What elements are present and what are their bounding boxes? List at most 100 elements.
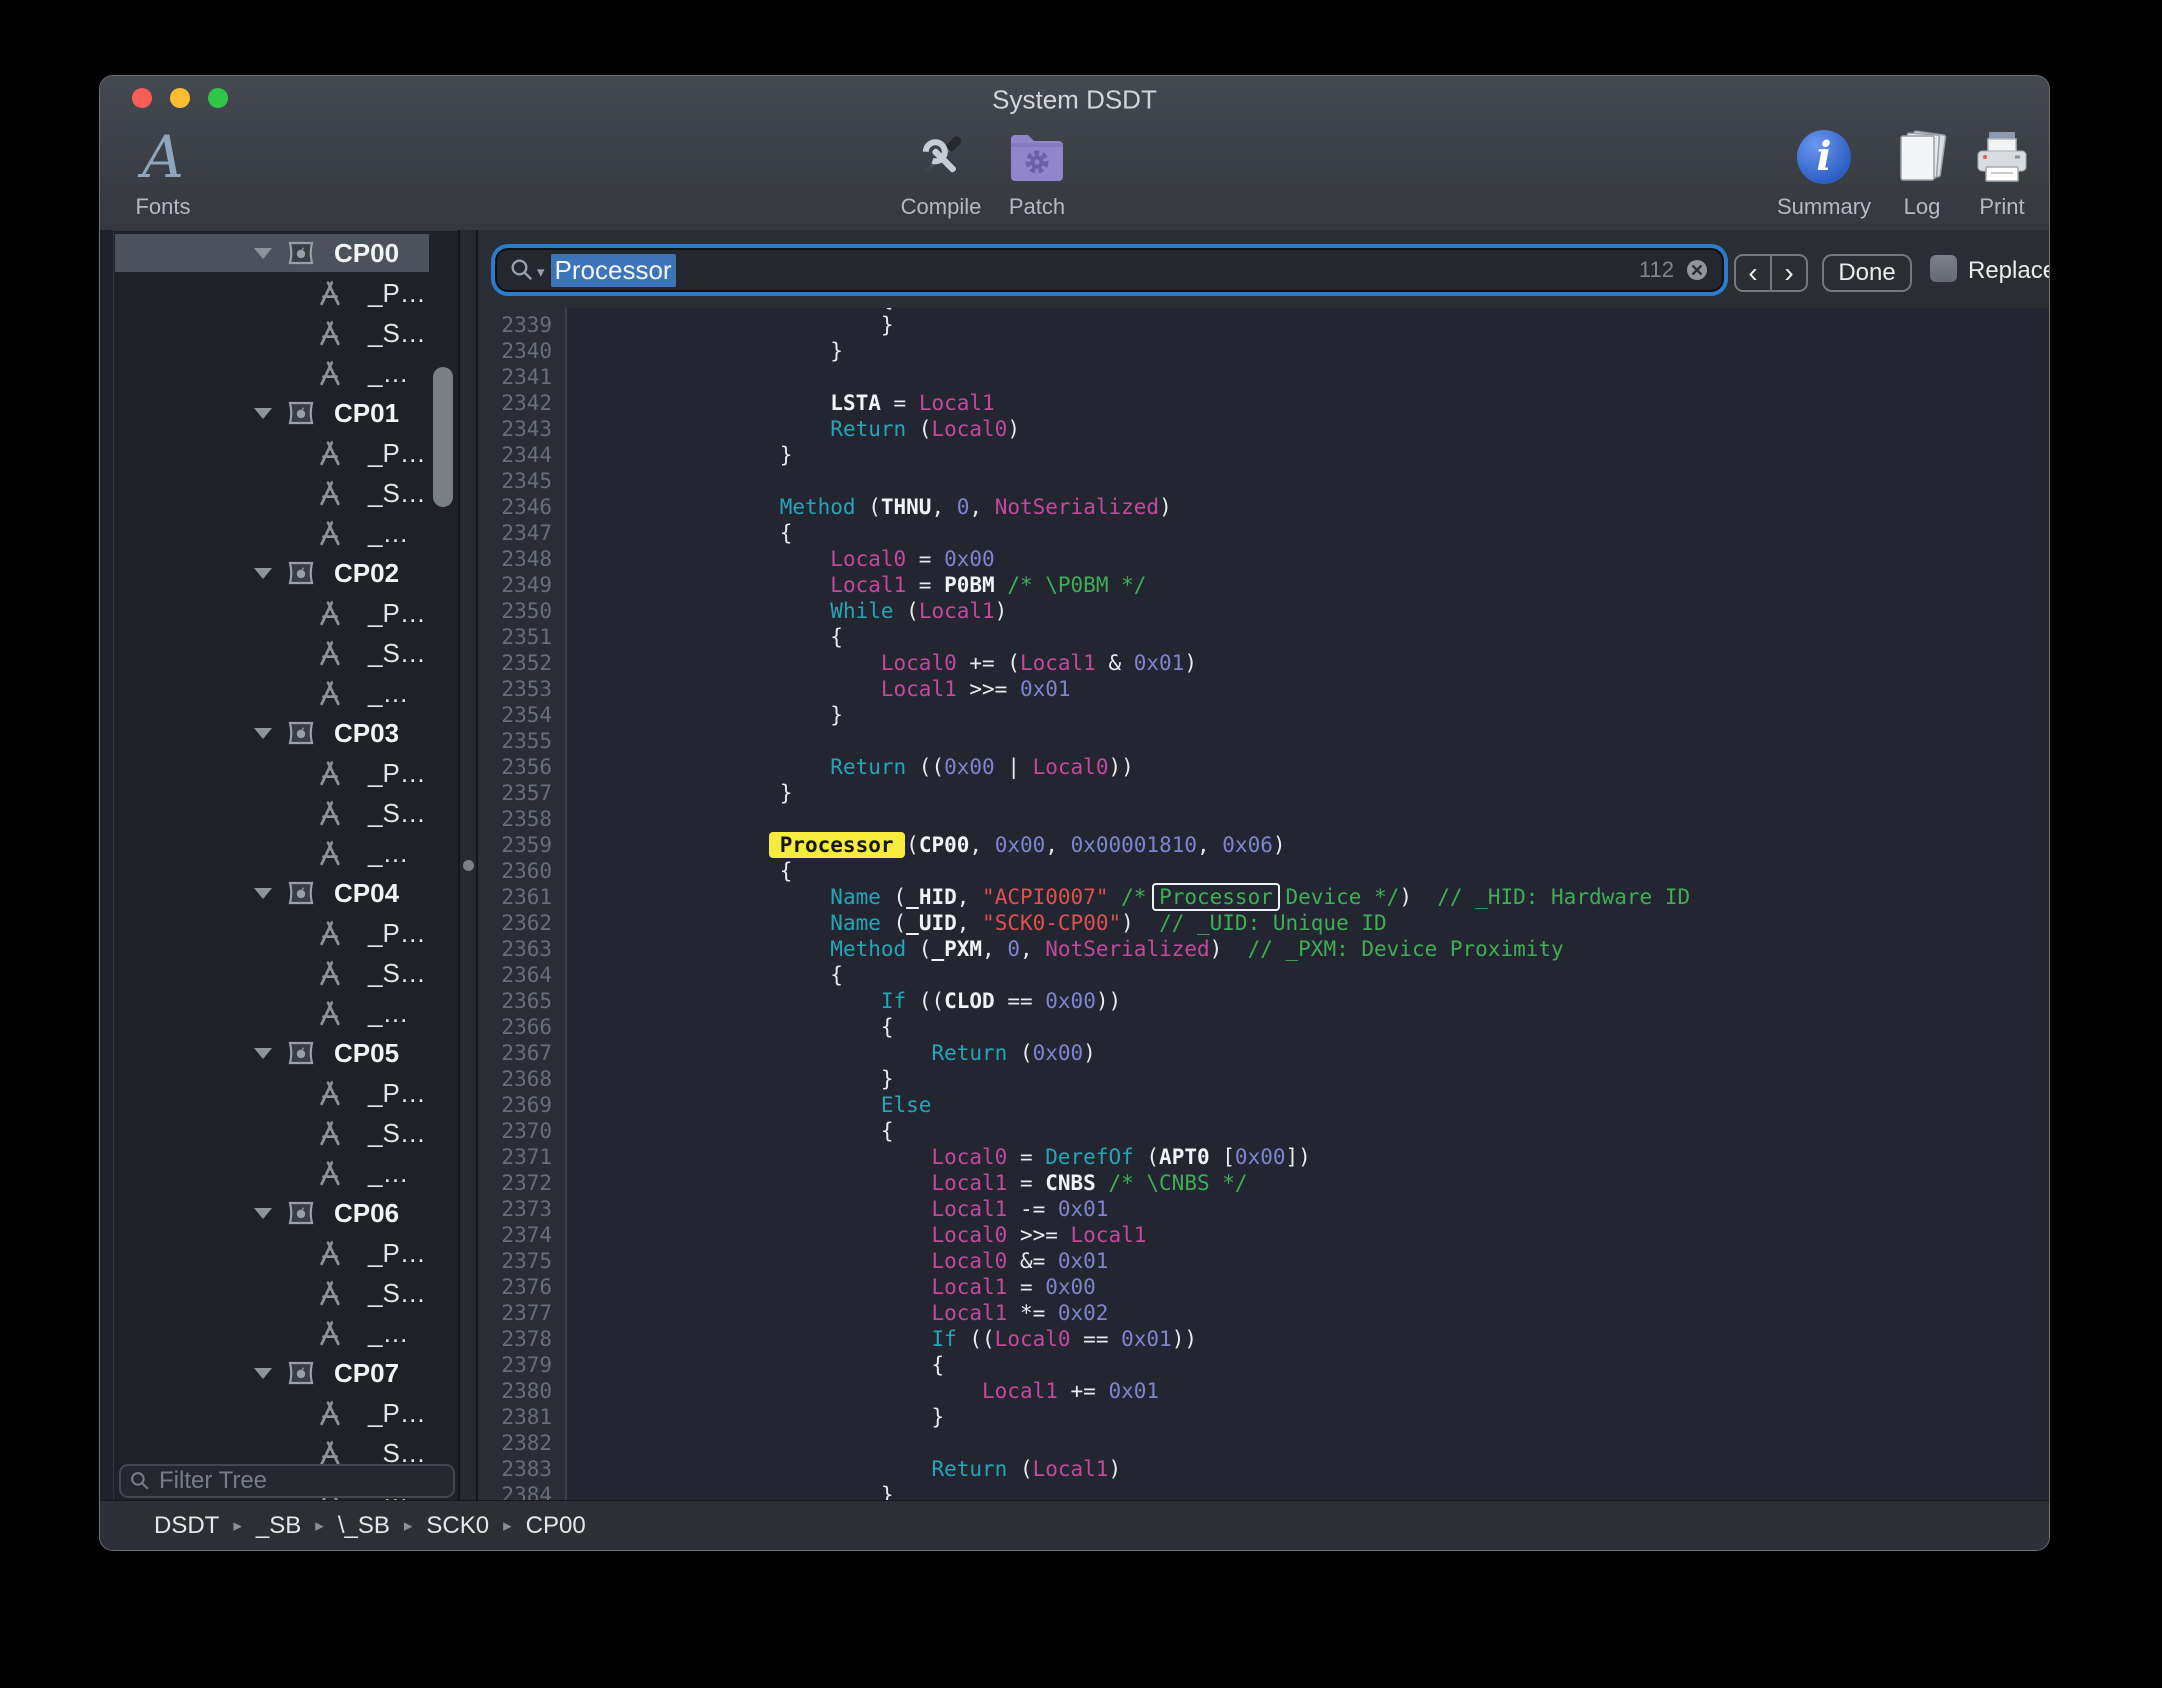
code-line[interactable]: 2340 } [478, 338, 2049, 364]
code-line[interactable]: 2363 Method (_PXM, 0, NotSerialized) // … [478, 936, 2049, 962]
code-line[interactable]: 2375 Local0 &= 0x01 [478, 1248, 2049, 1274]
code-line[interactable]: 2376 Local1 = 0x00 [478, 1274, 2049, 1300]
tree-item-cp02[interactable]: CP02 [115, 554, 429, 592]
search-input[interactable]: ▾ Processor 112 [497, 250, 1722, 290]
code-line[interactable]: 2372 Local1 = CNBS /* \CNBS */ [478, 1170, 2049, 1196]
tree-item-leaf[interactable]: _… [115, 834, 429, 872]
breadcrumb-item-sb[interactable]: \_SB [338, 1512, 390, 1540]
tree-item-leaf[interactable]: _… [115, 674, 429, 712]
code-line[interactable]: 2349 Local1 = P0BM /* \P0BM */ [478, 572, 2049, 598]
tree-item-leaf[interactable]: _S… [115, 314, 429, 352]
code-line[interactable]: 2365 If ((CLOD == 0x00)) [478, 988, 2049, 1014]
zoom-button[interactable] [208, 88, 228, 108]
breadcrumb-item-sck0[interactable]: SCK0 [426, 1512, 489, 1540]
tree-item-leaf[interactable]: _… [115, 1154, 429, 1192]
tree-item-leaf[interactable]: _S… [115, 634, 429, 672]
replace-checkbox[interactable] [1930, 255, 1957, 282]
disclosure-triangle-icon[interactable] [254, 1208, 272, 1219]
code-line[interactable]: 2367 Return (0x00) [478, 1040, 2049, 1066]
code-line[interactable]: 2347 { [478, 520, 2049, 546]
tree-item-leaf[interactable]: _P… [115, 1074, 429, 1112]
sidebar-scrollbar[interactable] [433, 367, 453, 507]
code-line[interactable]: 2380 Local1 += 0x01 [478, 1378, 2049, 1404]
disclosure-triangle-icon[interactable] [254, 248, 272, 259]
code-line[interactable]: 2342 LSTA = Local1 [478, 390, 2049, 416]
disclosure-triangle-icon[interactable] [254, 1048, 272, 1059]
tree-item-leaf[interactable]: _P… [115, 754, 429, 792]
code-line[interactable]: 2352 Local0 += (Local1 & 0x01) [478, 650, 2049, 676]
breadcrumb-item-dsdt[interactable]: DSDT [154, 1512, 219, 1540]
code-line[interactable]: 2345 [478, 468, 2049, 494]
code-line[interactable]: 2384 } [478, 1482, 2049, 1500]
breadcrumb-item-sb[interactable]: _SB [256, 1512, 301, 1540]
code-line[interactable]: 2348 Local0 = 0x00 [478, 546, 2049, 572]
tree-item-leaf[interactable]: _S… [115, 1274, 429, 1312]
code-line[interactable]: 2339 } [478, 312, 2049, 338]
done-button[interactable]: Done [1822, 254, 1912, 292]
code-line[interactable]: 2351 { [478, 624, 2049, 650]
sidebar-splitter[interactable] [458, 230, 478, 1500]
code-line[interactable]: 2361 Name (_HID, "ACPI0007" /* Processor… [478, 884, 2049, 910]
code-line[interactable]: 2343 Return (Local0) [478, 416, 2049, 442]
tree-item-cp05[interactable]: CP05 [115, 1034, 429, 1072]
code-line[interactable]: 2346 Method (THNU, 0, NotSerialized) [478, 494, 2049, 520]
close-button[interactable] [132, 88, 152, 108]
tree-item-leaf[interactable]: _P… [115, 1394, 429, 1432]
code-line[interactable]: 2344 } [478, 442, 2049, 468]
code-line[interactable]: 2362 Name (_UID, "SCK0-CP00") // _UID: U… [478, 910, 2049, 936]
disclosure-triangle-icon[interactable] [254, 1368, 272, 1379]
code-line[interactable]: 2368 } [478, 1066, 2049, 1092]
code-line[interactable]: 2382 [478, 1430, 2049, 1456]
code-line[interactable]: 2353 Local1 >>= 0x01 [478, 676, 2049, 702]
disclosure-triangle-icon[interactable] [254, 888, 272, 899]
patch-button[interactable]: Patch [1008, 126, 1066, 220]
fonts-button[interactable]: A Fonts [135, 126, 190, 220]
code-line[interactable]: 2370 { [478, 1118, 2049, 1144]
disclosure-triangle-icon[interactable] [254, 408, 272, 419]
disclosure-triangle-icon[interactable] [254, 728, 272, 739]
minimize-button[interactable] [170, 88, 190, 108]
code-line[interactable]: 2378 If ((Local0 == 0x01)) [478, 1326, 2049, 1352]
tree-item-leaf[interactable]: _P… [115, 914, 429, 952]
code-line[interactable]: 2377 Local1 *= 0x02 [478, 1300, 2049, 1326]
tree-item-leaf[interactable]: _S… [115, 954, 429, 992]
code-line[interactable]: 2371 Local0 = DerefOf (APT0 [0x00]) [478, 1144, 2049, 1170]
code-line[interactable]: 2360 { [478, 858, 2049, 884]
tree-item-leaf[interactable]: _P… [115, 594, 429, 632]
disclosure-triangle-icon[interactable] [254, 568, 272, 579]
tree-item-cp00[interactable]: CP00 [115, 234, 429, 272]
tree-item-leaf[interactable]: _S… [115, 1114, 429, 1152]
code-line[interactable]: 2364 { [478, 962, 2049, 988]
code-line[interactable]: 2341 [478, 364, 2049, 390]
find-previous-button[interactable]: ‹ [1736, 256, 1772, 290]
compile-button[interactable]: Compile [901, 126, 982, 220]
find-next-button[interactable]: › [1772, 256, 1806, 290]
tree-item-leaf[interactable]: _S… [115, 474, 429, 512]
tree-item-cp03[interactable]: CP03 [115, 714, 429, 752]
tree-item-leaf[interactable]: _… [115, 514, 429, 552]
breadcrumb-item-cp00[interactable]: CP00 [526, 1512, 586, 1540]
tree-item-cp01[interactable]: CP01 [115, 394, 429, 432]
tree-item-cp07[interactable]: CP07 [115, 1354, 429, 1392]
code-editor[interactable]: 2338 {2339 }2340 }23412342 LSTA = Local1… [478, 308, 2049, 1500]
tree-item-leaf[interactable]: _… [115, 1314, 429, 1352]
code-line[interactable]: 2359 Processor (CP00, 0x00, 0x00001810, … [478, 832, 2049, 858]
search-scope-chevron-icon[interactable]: ▾ [537, 263, 545, 281]
log-button[interactable]: Log [1893, 126, 1951, 220]
code-line[interactable]: 2357 } [478, 780, 2049, 806]
code-line[interactable]: 2381 } [478, 1404, 2049, 1430]
code-line[interactable]: 2373 Local1 -= 0x01 [478, 1196, 2049, 1222]
code-line[interactable]: 2379 { [478, 1352, 2049, 1378]
code-line[interactable]: 2366 { [478, 1014, 2049, 1040]
tree-item-leaf[interactable]: _… [115, 994, 429, 1032]
summary-button[interactable]: i Summary [1777, 126, 1871, 220]
code-line[interactable]: 2374 Local0 >>= Local1 [478, 1222, 2049, 1248]
tree-item-leaf[interactable]: _… [115, 354, 429, 392]
clear-search-icon[interactable] [1684, 257, 1710, 283]
filter-tree-input[interactable]: Filter Tree [119, 1464, 455, 1498]
tree-item-cp06[interactable]: CP06 [115, 1194, 429, 1232]
tree-item-leaf[interactable]: _P… [115, 434, 429, 472]
code-line[interactable]: 2355 [478, 728, 2049, 754]
code-line[interactable]: 2350 While (Local1) [478, 598, 2049, 624]
tree-item-leaf[interactable]: _S… [115, 794, 429, 832]
